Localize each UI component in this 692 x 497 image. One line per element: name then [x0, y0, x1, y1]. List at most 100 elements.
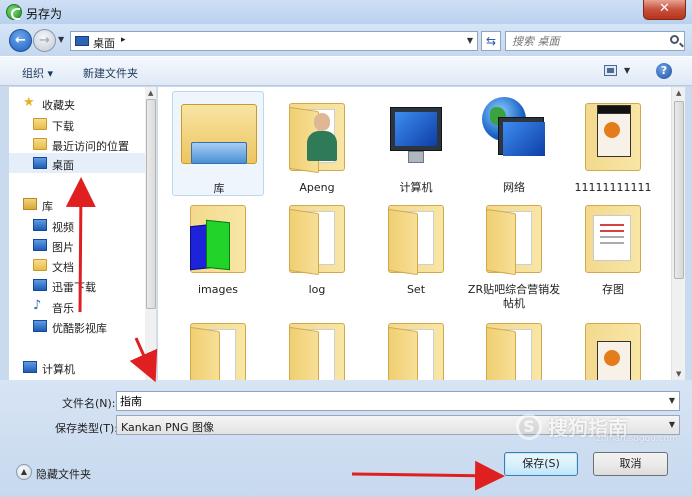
sidebar-item-label: 收藏夹 [42, 99, 75, 112]
scroll-up-icon[interactable]: ▲ [676, 89, 681, 97]
sidebar-item-label: 视频 [52, 221, 74, 234]
sidebar-item-label: 库 [42, 200, 53, 213]
refresh-button[interactable]: ⇆ [481, 31, 501, 51]
library-folder-icon [181, 104, 257, 170]
new-folder-button[interactable]: 新建文件夹 [83, 65, 138, 81]
file-item-library[interactable]: 库 [172, 91, 264, 196]
sidebar-item-label: 迅雷下载 [52, 281, 96, 294]
sidebar-item-desktop[interactable]: 桌面 [9, 153, 145, 173]
sidebar-item-label: 计算机 [42, 363, 75, 376]
library-icon [23, 198, 37, 210]
file-item[interactable] [271, 311, 363, 380]
file-item[interactable] [172, 311, 264, 380]
search-input[interactable] [512, 34, 662, 48]
folder-icon [388, 319, 444, 380]
sidebar-item-videos[interactable]: 视频 [9, 215, 145, 235]
sogou-watermark: S 搜狗指南 zhinan.sogou.com [516, 412, 686, 444]
sidebar-item-label: 音乐 [52, 302, 74, 315]
recent-pages-dropdown-icon[interactable]: ▼ [58, 33, 68, 47]
scroll-up-icon[interactable]: ▲ [148, 89, 153, 97]
save-button[interactable]: 保存(S) [504, 452, 578, 476]
thunder-download-icon [33, 279, 47, 291]
scrollbar-thumb[interactable] [674, 101, 684, 279]
file-item-apeng[interactable]: Apeng [271, 91, 363, 196]
filename-input[interactable] [120, 394, 640, 408]
change-view-icon[interactable] [604, 65, 617, 76]
file-item-log[interactable]: log [271, 193, 363, 298]
sidebar-item-favorites[interactable]: ★ 收藏夹 [9, 93, 145, 113]
scrollbar-thumb[interactable] [146, 99, 156, 309]
file-item-label: 存图 [602, 283, 624, 296]
orange-page-icon [597, 341, 631, 380]
monitor-stand [408, 151, 424, 163]
scroll-down-icon[interactable]: ▼ [676, 370, 681, 378]
organize-button[interactable]: 组织 ▾ [22, 65, 53, 81]
sidebar-item-recent-places[interactable]: 最近访问的位置 [9, 134, 145, 154]
hide-folders-toggle[interactable]: 隐藏文件夹 [36, 466, 91, 482]
file-item-set[interactable]: Set [370, 193, 462, 298]
sidebar-item-downloads[interactable]: 下载 [9, 114, 145, 134]
file-item[interactable] [468, 311, 560, 380]
close-button[interactable]: ✕ [643, 0, 686, 20]
search-box[interactable] [505, 31, 685, 51]
user-icon [307, 113, 337, 163]
breadcrumb-chevron-icon[interactable]: ▸ [121, 35, 126, 45]
download-folder-icon [33, 118, 47, 130]
view-dropdown-icon[interactable]: ▼ [624, 66, 630, 75]
hide-folders-chevron-icon[interactable]: ▲ [16, 464, 32, 480]
filename-dropdown-icon[interactable]: ▼ [669, 396, 675, 405]
folder-icon [289, 319, 345, 380]
file-item[interactable] [567, 311, 659, 380]
video-library-icon [33, 219, 47, 231]
desktop-icon [33, 157, 47, 169]
sidebar-item-music[interactable]: ♪ 音乐 [9, 296, 145, 316]
file-list: 库 Apeng 计算机 网络 11111111111 images log Se… [158, 87, 671, 380]
computer-icon [23, 361, 37, 373]
search-icon[interactable] [670, 35, 679, 44]
sidebar-item-label: 桌面 [52, 159, 74, 172]
cancel-button[interactable]: 取消 [593, 452, 668, 476]
file-item-label: images [198, 283, 238, 296]
music-library-icon: ♪ [33, 298, 42, 313]
sidebar-item-label: 下载 [52, 120, 74, 133]
image-thumbnail-icon [190, 219, 230, 271]
sidebar-item-pictures[interactable]: 图片 [9, 235, 145, 255]
window-title: 另存为 [26, 7, 63, 21]
file-list-scrollbar[interactable]: ▲ ▼ [671, 87, 685, 380]
file-item-zr-tieba[interactable]: ZR贴吧综合营销发帖机 [468, 193, 560, 310]
file-item-images[interactable]: images [172, 193, 264, 298]
back-button[interactable]: ← [9, 29, 32, 52]
filename-field[interactable]: ▼ [116, 391, 680, 411]
file-item-cuntu[interactable]: 存图 [567, 193, 659, 298]
navigation-scrollbar[interactable]: ▲ ▼ [145, 87, 156, 380]
navigation-pane: ★ 收藏夹 下载 最近访问的位置 桌面 库 视频 图片 文档 迅雷下载 ♪ 音乐… [9, 87, 157, 380]
forward-button[interactable]: → [33, 29, 56, 52]
title-bar: 另存为 ✕ [0, 0, 692, 24]
folder-icon [486, 319, 542, 380]
address-dropdown-icon[interactable]: ▼ [467, 36, 473, 45]
folder-icon [486, 201, 542, 276]
scroll-down-icon[interactable]: ▼ [148, 370, 153, 378]
watermark-logo: S [516, 414, 542, 440]
folder-icon [289, 201, 345, 276]
sidebar-item-libraries[interactable]: 库 [9, 194, 145, 214]
address-row: ← → ▼ 桌面 ▸ ▼ ⇆ [0, 24, 692, 56]
file-item-11111111111[interactable]: 11111111111 [567, 91, 659, 196]
address-bar[interactable]: 桌面 ▸ ▼ [70, 31, 478, 51]
file-item-network[interactable]: 网络 [468, 91, 560, 196]
youku-library-icon [33, 320, 47, 332]
sidebar-item-youku-library[interactable]: 优酷影视库 [9, 316, 145, 336]
address-location[interactable]: 桌面 [93, 35, 115, 51]
desktop-icon [75, 36, 89, 46]
orange-page-icon [597, 113, 631, 157]
sidebar-item-computer[interactable]: 计算机 [9, 357, 145, 377]
computer-icon [390, 107, 442, 151]
sidebar-item-thunder-downloads[interactable]: 迅雷下载 [9, 275, 145, 295]
command-bar: 组织 ▾ 新建文件夹 ▼ ? [0, 56, 692, 86]
file-item-computer[interactable]: 计算机 [370, 91, 462, 196]
sidebar-item-documents[interactable]: 文档 [9, 255, 145, 275]
help-icon[interactable]: ? [656, 63, 672, 79]
file-item[interactable] [370, 311, 462, 380]
folder-icon [190, 319, 246, 380]
document-page-icon [593, 215, 631, 261]
